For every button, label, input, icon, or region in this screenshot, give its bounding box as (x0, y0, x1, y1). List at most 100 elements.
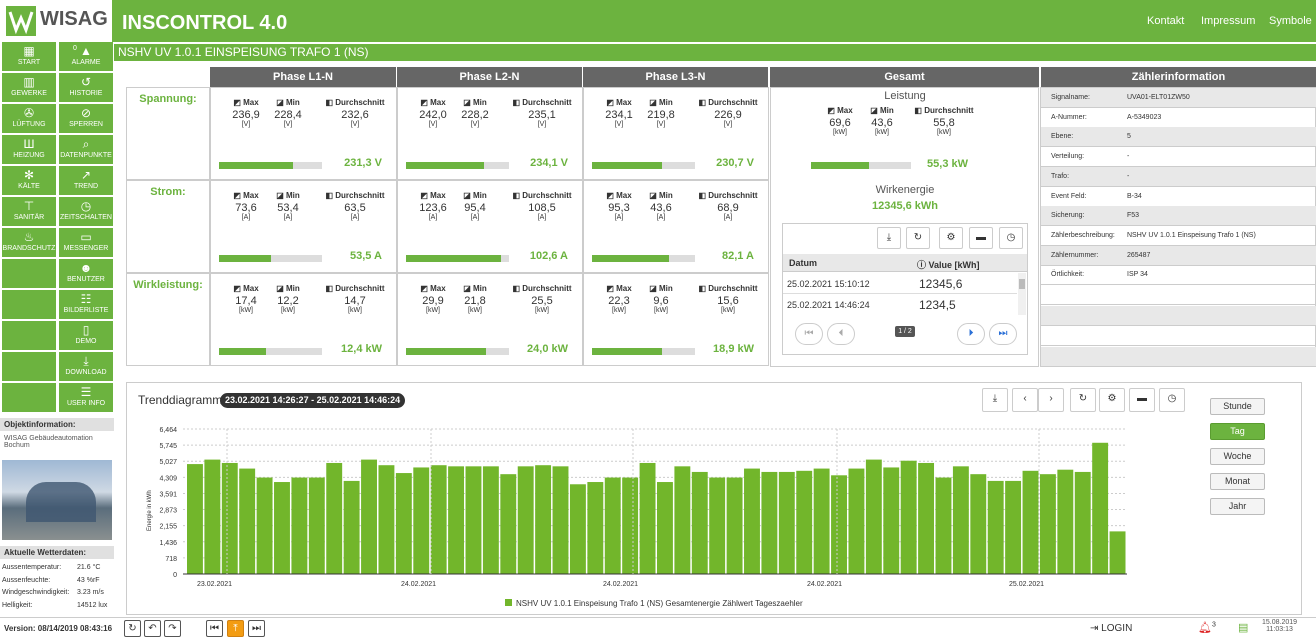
kontakt-link[interactable]: Kontakt (1147, 15, 1184, 27)
range-stunde-button[interactable]: Stunde (1210, 398, 1265, 415)
table-scrollbar[interactable] (1018, 273, 1026, 315)
table-row[interactable]: 25.02.2021 14:46:24 1234,5 (783, 295, 1017, 315)
sitemap-icon: ☷ (80, 292, 92, 306)
export-button[interactable]: ⤓ (877, 227, 901, 249)
stat-avg-head: Durchschnitt (708, 191, 758, 200)
undo-icon: ↶ (148, 623, 157, 634)
stat-min: ◪ Min 95,4 [A] (460, 191, 490, 222)
stat-avg: ◧ Durchschnitt 25,5 [kW] (502, 284, 582, 315)
stat-max-value: 17,4 (235, 295, 257, 307)
symbole-link[interactable]: Symbole (1269, 15, 1312, 27)
zinfo-key: Zählerbeschreibung: (1051, 231, 1115, 239)
range-jahr-button[interactable]: Jahr (1210, 498, 1265, 515)
phase-cell: ◩ Max 123,6 [A] ◪ Min 95,4 [A] ◧ Durchschnitt 1… (397, 180, 583, 273)
logo-text: WISAG (40, 8, 108, 30)
nav-benutzer[interactable]: ☻ BENUTZER (59, 259, 114, 289)
nav-lüftung[interactable]: ✇ LÜFTUNG (2, 104, 57, 134)
stat-avg-value: 226,9 (714, 109, 742, 121)
zinfo-row: Sicherung: F53 (1041, 206, 1316, 227)
trend-image-button[interactable]: ▬ (1129, 388, 1155, 412)
min-icon: ◪ (276, 98, 286, 107)
nav-label: BILDERLISTE (63, 307, 109, 314)
trend-refresh-button[interactable]: ↻ (1070, 388, 1096, 412)
range-woche-button[interactable]: Woche (1210, 448, 1265, 465)
trend-clock-button[interactable]: ◷ (1159, 388, 1185, 412)
nav-userinfo[interactable]: ☰ USER INFO (59, 383, 114, 413)
stat-avg-head: Durchschnitt (522, 191, 572, 200)
stat-max: ◩ Max 69,6 [kW] (825, 106, 855, 137)
nav-historie[interactable]: ↺ HISTORIE (59, 73, 114, 103)
next-page-button[interactable]: ⏵ (957, 323, 985, 345)
trend-settings-button[interactable]: ⚙ (1099, 388, 1125, 412)
table-row[interactable]: 25.02.2021 15:10:12 12345,6 (783, 274, 1017, 294)
nav-label: LÜFTUNG (12, 121, 46, 128)
phase-bar (406, 162, 509, 169)
datum-header[interactable]: Datum (789, 258, 817, 268)
range-monat-button[interactable]: Monat (1210, 473, 1265, 490)
scrollbar-thumb[interactable] (1019, 279, 1025, 289)
bar (813, 468, 830, 574)
impressum-link[interactable]: Impressum (1201, 15, 1255, 27)
nav-sanitär[interactable]: ⊤ SANITÄR (2, 197, 57, 227)
nav-trend[interactable]: ↗ TREND (59, 166, 114, 196)
alarm-bell[interactable]: 🔔︎3 (1198, 621, 1216, 634)
stat-head: ◧ Durchschnitt (315, 284, 395, 293)
nav-download[interactable]: ⤓ DOWNLOAD (59, 352, 114, 382)
stat-min-value: 43,6 (871, 117, 893, 129)
zinfo-row: Trafo: - (1041, 166, 1316, 187)
building-icon: ▥ (23, 75, 35, 89)
reload-button[interactable]: ↻ (124, 620, 141, 637)
value-header[interactable]: ⓘ Value [kWh] (917, 258, 980, 271)
nav-kälte[interactable]: ✻ KÄLTE (2, 166, 57, 196)
zinfo-row: Ebene: 5 (1041, 127, 1316, 148)
weather-key: Aussentemperatur: (2, 564, 62, 571)
first-button[interactable]: ⏮ (206, 620, 223, 637)
image-button[interactable]: ▬ (969, 227, 993, 249)
stat-unit: [kW] (426, 307, 440, 314)
stat-avg-value: 108,5 (528, 202, 556, 214)
prev-page-button[interactable]: ⏴ (827, 323, 855, 345)
phase-stats: ◩ Max 236,9 [V] ◪ Min 228,4 [V] ◧ Durchschnitt… (219, 98, 395, 138)
stat-max-head: Max (243, 284, 259, 293)
nav-label: GEWERKE (11, 90, 47, 97)
last-button[interactable]: ⏭ (248, 620, 265, 637)
refresh-button[interactable]: ↻ (906, 227, 930, 249)
snow-icon: ✻ (23, 168, 35, 182)
back-button[interactable]: ↶ (144, 620, 161, 637)
login-link[interactable]: ⇥ LOGIN (1090, 623, 1132, 634)
weather-row: Helligkeit: 14512 lux (2, 602, 112, 609)
nav-demo[interactable]: ▯ DEMO (59, 321, 114, 351)
range-tag-button[interactable]: Tag (1210, 423, 1265, 440)
nav-gewerke[interactable]: ▥ GEWERKE (2, 73, 57, 103)
settings-button[interactable]: ⚙ (939, 227, 963, 249)
refresh-icon: ↻ (1078, 393, 1088, 404)
phase-bar-fill (406, 348, 487, 355)
nav-brandschutz[interactable]: ♨ BRANDSCHUTZ (2, 228, 57, 258)
stat-max: ◩ Max 29,9 [kW] (418, 284, 448, 315)
trend-prev-button[interactable]: ‹ (1012, 388, 1038, 412)
row-label: Wirkleistung: (133, 279, 203, 291)
nav-heizung[interactable]: Ш HEIZUNG (2, 135, 57, 165)
forward-button[interactable]: ↷ (164, 620, 181, 637)
up-button[interactable]: ⤒ (227, 620, 244, 637)
clock-button[interactable]: ◷ (999, 227, 1023, 249)
nav-alarme[interactable]: ▲ ALARME 0 (59, 42, 114, 72)
leistung-bar-fill (811, 162, 869, 169)
stat-avg: ◧ Durchschnitt 226,9 [V] (688, 98, 768, 129)
first-page-button[interactable]: ⏮ (795, 323, 823, 345)
stat-avg-value: 25,5 (531, 295, 553, 307)
y-tick-label: 3,591 (159, 491, 177, 498)
wisag-logo[interactable]: WISAG (0, 0, 112, 42)
nav-start[interactable]: ▦ START (2, 42, 57, 72)
nav-bilderliste[interactable]: ☷ BILDERLISTE (59, 290, 114, 320)
stat-min-head: Min (473, 191, 487, 200)
nav-messenger[interactable]: ▭ MESSENGER (59, 228, 114, 258)
last-page-button[interactable]: ⏭ (989, 323, 1017, 345)
nav-datenpunkte[interactable]: ⌕ DATENPUNKTE (59, 135, 114, 165)
trend-export-button[interactable]: ⤓ (982, 388, 1008, 412)
trend-next-button[interactable]: › (1038, 388, 1064, 412)
nav-zeitschalten[interactable]: ◷ ZEITSCHALTEN (59, 197, 114, 227)
zinfo-row-empty (1041, 346, 1316, 367)
bar (987, 480, 1004, 574)
nav-sperren[interactable]: ⊘ SPERREN (59, 104, 114, 134)
